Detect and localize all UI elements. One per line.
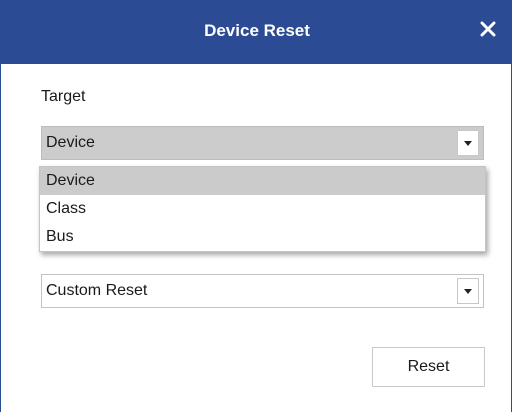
dropdown-option-device[interactable]: Device — [40, 167, 485, 195]
close-button[interactable] — [475, 16, 501, 42]
target-dropdown-button[interactable] — [457, 130, 479, 156]
target-label: Target — [41, 88, 86, 105]
target-select-value: Device — [46, 134, 95, 151]
reset-button[interactable]: Reset — [372, 347, 485, 387]
reset-type-value: Custom Reset — [46, 282, 148, 299]
dialog-title: Device Reset — [204, 20, 310, 40]
title-bar: Device Reset — [1, 0, 512, 64]
reset-type-select[interactable]: Custom Reset — [41, 274, 484, 308]
device-reset-dialog: Device Reset Target Device Device Class … — [0, 0, 512, 412]
chevron-down-icon — [464, 140, 472, 146]
close-icon — [480, 21, 496, 37]
target-dropdown-list: Device Class Bus — [39, 166, 486, 252]
chevron-down-icon — [464, 288, 472, 294]
target-select[interactable]: Device — [41, 126, 484, 160]
dropdown-option-bus[interactable]: Bus — [40, 223, 485, 251]
dropdown-option-class[interactable]: Class — [40, 195, 485, 223]
reset-type-dropdown-button[interactable] — [457, 278, 479, 304]
